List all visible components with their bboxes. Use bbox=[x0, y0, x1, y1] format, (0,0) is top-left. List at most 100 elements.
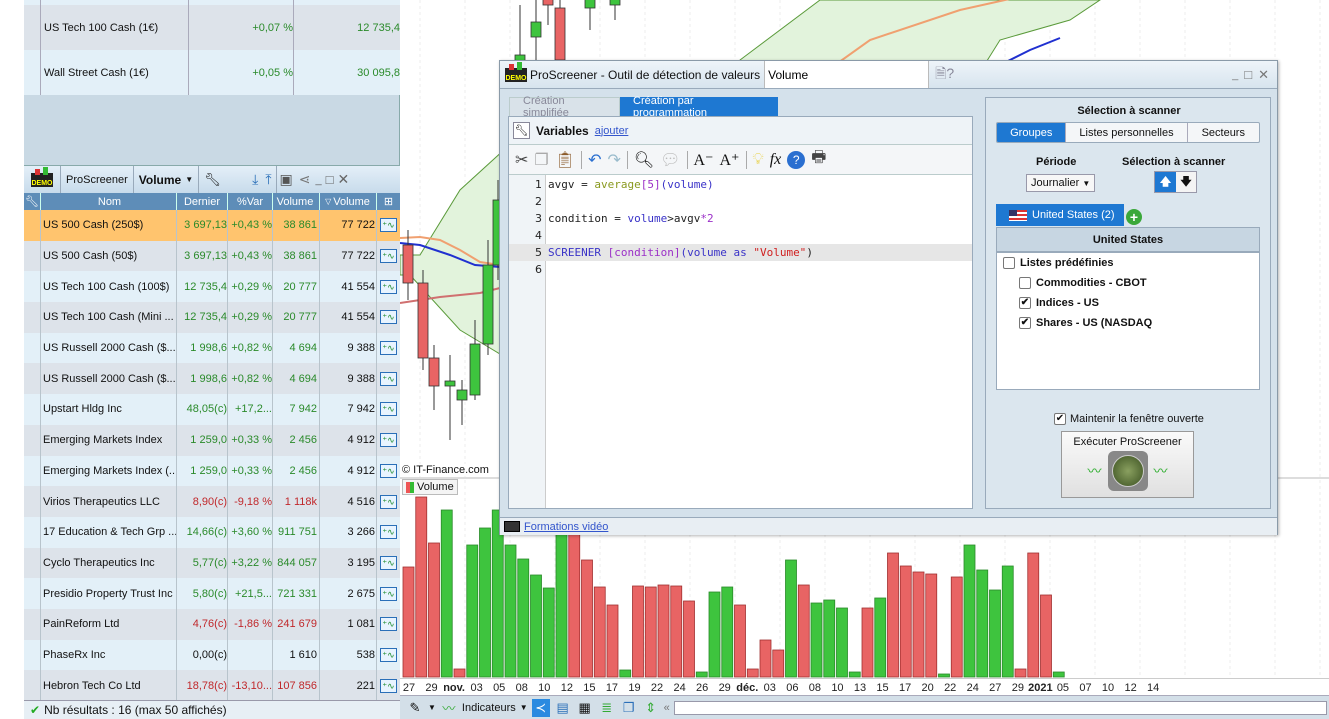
indicators-icon[interactable]: 〰 bbox=[440, 699, 458, 717]
help-icon[interactable]: ? bbox=[787, 150, 806, 169]
table-row[interactable]: Virios Therapeutics LLC 8,90(c) -9,18 % … bbox=[24, 486, 400, 517]
font-increase-icon[interactable]: A⁺ bbox=[720, 150, 740, 170]
close-icon[interactable]: ✕ bbox=[336, 166, 352, 193]
arrow-down-icon[interactable]: 🡇 bbox=[1176, 172, 1196, 192]
indicators-dropdown-icon[interactable]: ▼ bbox=[520, 703, 528, 712]
col-dernier[interactable]: Dernier bbox=[177, 193, 228, 210]
add-variable-link[interactable]: ajouter bbox=[595, 125, 629, 137]
volume-indicator-label[interactable]: Volume bbox=[402, 479, 458, 495]
wrench-icon[interactable]: 🔧︎ bbox=[513, 122, 530, 139]
add-to-chart-icon[interactable]: ⁺∿ bbox=[380, 678, 397, 693]
table-row[interactable]: US Tech 100 Cash (100$) 12 735,4 +0,29 %… bbox=[24, 271, 400, 303]
share-icon[interactable]: ⋖ bbox=[296, 166, 314, 193]
table-row[interactable]: 17 Education & Tech Grp ... 14,66(c) +3,… bbox=[24, 516, 400, 548]
add-to-chart-icon[interactable]: ⁺∿ bbox=[380, 617, 397, 632]
tab-united-states[interactable]: United States (2) bbox=[996, 204, 1124, 226]
table-row[interactable]: Upstart Hldg Inc 48,05(c) +17,2... 7 942… bbox=[24, 394, 400, 425]
copy-icon[interactable]: ❐ bbox=[534, 150, 548, 170]
minimize-icon[interactable]: _ bbox=[1232, 69, 1238, 81]
search-icon[interactable]: 🔍︎ bbox=[634, 150, 654, 170]
segment-groupes[interactable]: Groupes bbox=[997, 123, 1067, 142]
add-to-chart-icon[interactable]: ⁺∿ bbox=[380, 249, 397, 264]
list-item[interactable]: Listes prédéfinies bbox=[1003, 257, 1114, 269]
add-to-chart-icon[interactable]: ⁺∿ bbox=[380, 279, 397, 294]
period-select[interactable]: Journalier ▼ bbox=[1026, 174, 1096, 192]
table-row[interactable]: Emerging Markets Index (... 1 259,0 +0,3… bbox=[24, 455, 400, 487]
screener-select[interactable]: Volume ▼ bbox=[134, 166, 200, 193]
add-to-chart-icon[interactable]: ⁺∿ bbox=[380, 586, 397, 601]
add-to-chart-icon[interactable]: ⁺∿ bbox=[380, 341, 397, 356]
horizontal-scrollbar[interactable] bbox=[673, 700, 1327, 715]
windows-icon[interactable]: ❐ bbox=[620, 699, 638, 717]
drawing-dropdown-icon[interactable]: ▼ bbox=[428, 703, 436, 712]
lightbulb-icon[interactable]: 💡︎ bbox=[753, 151, 764, 169]
add-to-chart-icon[interactable]: ⁺∿ bbox=[380, 494, 397, 509]
checkbox[interactable]: ✔ bbox=[1019, 297, 1031, 309]
add-to-chart-icon[interactable]: ⁺∿ bbox=[380, 525, 397, 540]
bars-icon[interactable]: ≣ bbox=[598, 699, 616, 717]
keep-open-option[interactable]: ✔ Maintenir la fenêtre ouverte bbox=[1054, 413, 1204, 425]
share-icon[interactable]: ≺ bbox=[531, 698, 550, 717]
arrow-up-icon[interactable]: 🡅 bbox=[1155, 172, 1176, 192]
add-to-chart-icon[interactable]: ⁺∿ bbox=[380, 433, 397, 448]
add-to-chart-icon[interactable]: ⁺∿ bbox=[380, 371, 397, 386]
table-row[interactable]: Cyclo Therapeutics Inc 5,77(c) +3,22 % 8… bbox=[24, 547, 400, 579]
col-nom[interactable]: Nom bbox=[41, 193, 177, 210]
list-item[interactable]: Commodities - CBOT bbox=[1019, 277, 1147, 289]
list-row[interactable]: US Tech 100 Cash (1€) +0,07 % 12 735,4 bbox=[24, 5, 400, 50]
segment-listes-personnelles[interactable]: Listes personnelles bbox=[1066, 123, 1188, 142]
export-icon[interactable]: ⤒ bbox=[261, 166, 277, 193]
table-row[interactable]: US Russell 2000 Cash ($... 1 998,6 +0,82… bbox=[24, 332, 400, 364]
function-icon[interactable]: fx bbox=[770, 151, 782, 169]
add-to-chart-icon[interactable]: ⁺∿ bbox=[380, 218, 397, 233]
screener-title[interactable]: ProScreener bbox=[61, 166, 134, 193]
add-to-chart-icon[interactable]: ⁺∿ bbox=[380, 402, 397, 417]
table-row[interactable]: Hebron Tech Co Ltd 18,78(c) -13,10... 10… bbox=[24, 670, 400, 701]
layout-icon[interactable]: ▣ bbox=[277, 166, 296, 193]
list-icon[interactable]: ▦ bbox=[576, 699, 594, 717]
wrench-icon[interactable]: 🔧︎ bbox=[199, 166, 249, 193]
col-volume-sorted[interactable]: ▽ Volume bbox=[320, 193, 377, 210]
table-row[interactable]: US Tech 100 Cash (Mini ... 12 735,4 +0,2… bbox=[24, 302, 400, 333]
collapse-icon[interactable]: « bbox=[664, 702, 670, 714]
import-icon[interactable]: ⤓ bbox=[249, 166, 261, 193]
close-icon[interactable]: ✕ bbox=[1258, 67, 1269, 83]
add-to-chart-icon[interactable]: ⁺∿ bbox=[380, 555, 397, 570]
table-row[interactable]: US 500 Cash (250$) 3 697,13 +0,43 % 38 8… bbox=[24, 210, 400, 241]
maximize-icon[interactable]: □ bbox=[1244, 67, 1252, 82]
run-proscreener-button[interactable]: Exécuter ProScreener 〰 〰 bbox=[1061, 431, 1194, 498]
table-row[interactable]: PhaseRx Inc 0,00(c) 1 610 538 ⁺∿ bbox=[24, 639, 400, 671]
tab-programming[interactable]: Création par programmation bbox=[620, 95, 778, 119]
comment-icon[interactable]: 💬︎ bbox=[660, 150, 680, 170]
tab-simplified[interactable]: Création simplifiée bbox=[509, 95, 620, 119]
font-decrease-icon[interactable]: A⁻ bbox=[694, 150, 714, 170]
indicators-button[interactable]: Indicateurs bbox=[462, 702, 516, 714]
add-to-chart-icon[interactable]: ⁺∿ bbox=[380, 647, 397, 662]
table-row[interactable]: US Russell 2000 Cash ($... 1 998,6 +0,82… bbox=[24, 363, 400, 395]
undo-icon[interactable]: ↶ bbox=[588, 150, 601, 170]
table-row[interactable]: US 500 Cash (50$) 3 697,13 +0,43 % 38 86… bbox=[24, 240, 400, 272]
maximize-icon[interactable]: □ bbox=[324, 166, 336, 193]
code-editor[interactable]: 1 avgv = average[5](volume) 2 3 condition … bbox=[509, 175, 972, 508]
col-var[interactable]: %Var bbox=[228, 193, 273, 210]
col-volume[interactable]: Volume bbox=[273, 193, 320, 210]
candle-icon[interactable]: ⇕ bbox=[642, 699, 660, 717]
keep-open-checkbox[interactable]: ✔ bbox=[1054, 413, 1066, 425]
minimize-icon[interactable]: _ bbox=[314, 166, 324, 193]
screener-name-input[interactable] bbox=[764, 61, 930, 88]
table-row[interactable]: Emerging Markets Index 1 259,0 +0,33 % 2… bbox=[24, 424, 400, 456]
add-to-chart-icon[interactable]: ⁺∿ bbox=[380, 463, 397, 478]
redo-icon[interactable]: ↷ bbox=[607, 150, 620, 170]
table-row[interactable]: Presidio Property Trust Inc 5,80(c) +21,… bbox=[24, 578, 400, 609]
checkbox[interactable] bbox=[1019, 277, 1031, 289]
drawing-pencil-icon[interactable]: ✎ bbox=[406, 699, 424, 717]
comment-icon[interactable]: ▤ bbox=[554, 699, 572, 717]
table-row[interactable]: PainReform Ltd 4,76(c) -1,86 % 241 679 1… bbox=[24, 608, 400, 640]
paste-icon[interactable]: 📋︎ bbox=[555, 150, 575, 170]
print-icon[interactable]: 🖶 bbox=[811, 146, 826, 173]
help-doc-icon[interactable]: 🗎? bbox=[935, 63, 954, 87]
list-item[interactable]: ✔ Indices - US bbox=[1019, 297, 1099, 309]
add-chart-icon[interactable]: ⊞ bbox=[377, 193, 400, 210]
segment-secteurs[interactable]: Secteurs bbox=[1188, 123, 1259, 142]
add-to-chart-icon[interactable]: ⁺∿ bbox=[380, 310, 397, 325]
